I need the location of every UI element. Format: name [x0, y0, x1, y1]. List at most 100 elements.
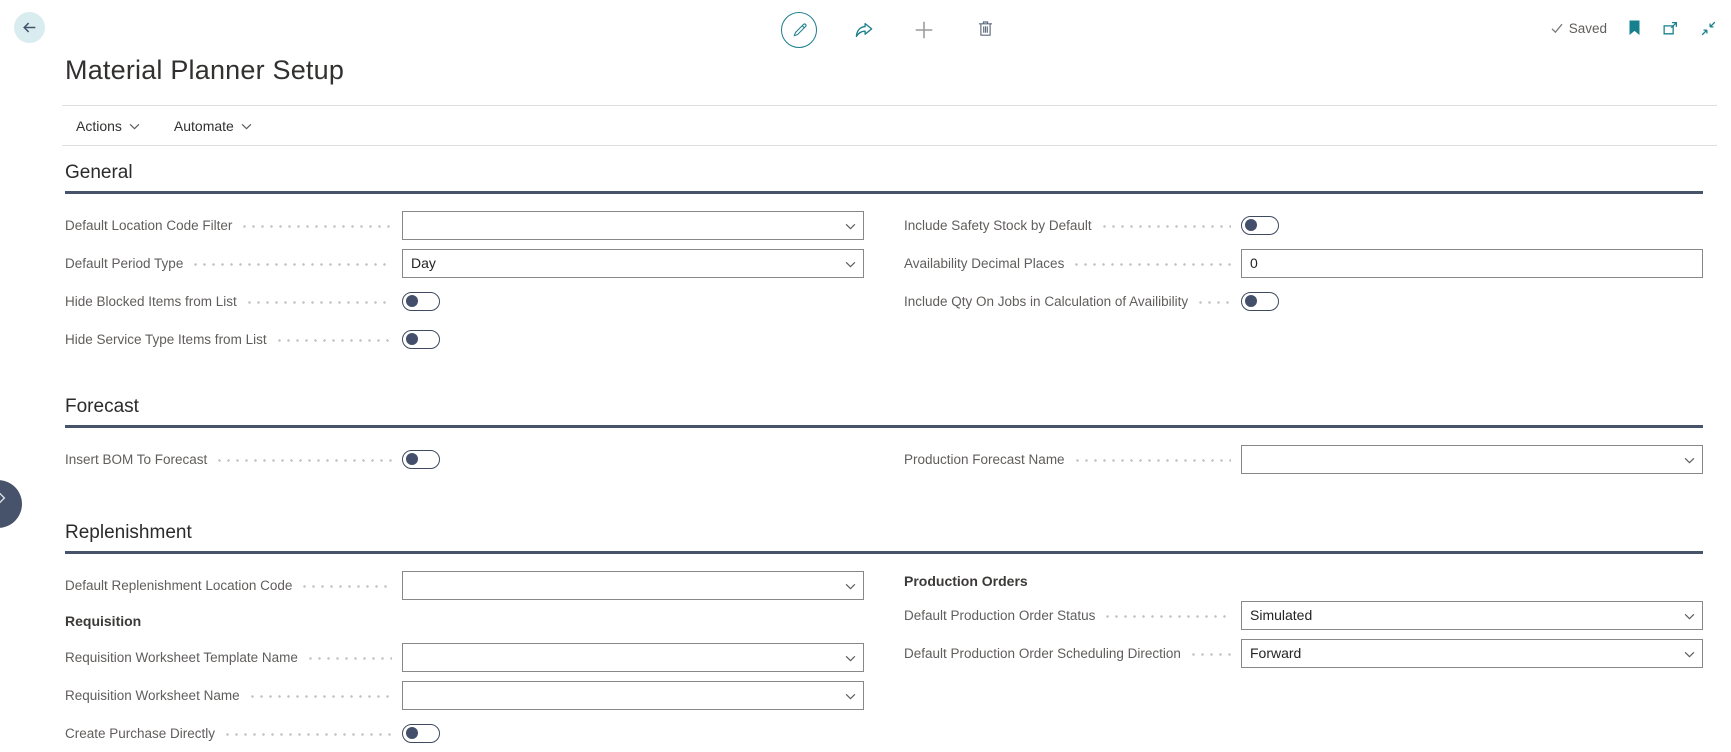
field-default-production-order-scheduling-direction: Default Production Order Scheduling Dire…	[904, 634, 1703, 672]
save-status: Saved	[1550, 21, 1607, 36]
collapse-arrows-icon	[1700, 20, 1717, 37]
toggle-knob	[1245, 295, 1257, 307]
delete-button[interactable]	[975, 18, 996, 39]
trash-icon	[975, 18, 996, 39]
field-label: Default Period Type	[65, 256, 183, 271]
field-hide-blocked-items: Hide Blocked Items from List	[65, 282, 864, 320]
dotted-leader	[1072, 263, 1231, 266]
toggle-knob	[406, 333, 418, 345]
top-action-bar: Saved	[0, 0, 1731, 50]
field-include-safety-stock: Include Safety Stock by Default	[904, 206, 1703, 244]
create-purchase-directly-toggle[interactable]	[402, 724, 440, 743]
combobox-value: Forward	[1250, 645, 1301, 661]
field-default-production-order-status: Default Production Order Status Simulate…	[904, 596, 1703, 634]
field-label: Insert BOM To Forecast	[65, 452, 207, 467]
insert-bom-to-forecast-toggle[interactable]	[402, 450, 440, 469]
default-period-type-combobox[interactable]: Day	[402, 249, 864, 278]
chevron-down-icon	[1684, 613, 1695, 620]
field-label: Default Location Code Filter	[65, 218, 232, 233]
section-general: General Default Location Code Filter Def…	[65, 162, 1703, 358]
page-title: Material Planner Setup	[65, 50, 1731, 90]
field-insert-bom-to-forecast: Insert BOM To Forecast	[65, 440, 864, 478]
section-heading-general: General	[65, 162, 1703, 194]
combobox-value: Day	[411, 255, 436, 271]
toggle-knob	[406, 295, 418, 307]
pencil-icon	[790, 21, 809, 40]
hide-service-type-items-toggle[interactable]	[402, 330, 440, 349]
default-location-code-filter-combobox[interactable]	[402, 211, 864, 240]
field-label: Requisition Worksheet Name	[65, 688, 240, 703]
dotted-leader	[300, 585, 392, 588]
share-button[interactable]	[853, 19, 875, 41]
default-replenishment-location-code-combobox[interactable]	[402, 571, 864, 600]
bookmark-icon	[1628, 20, 1641, 36]
save-status-label: Saved	[1569, 21, 1607, 36]
field-label: Include Qty On Jobs in Calculation of Av…	[904, 294, 1188, 309]
chevron-down-icon	[1684, 457, 1695, 464]
dotted-leader	[306, 657, 392, 660]
production-forecast-name-combobox[interactable]	[1241, 445, 1703, 474]
include-qty-on-jobs-toggle[interactable]	[1241, 292, 1279, 311]
field-label: Availability Decimal Places	[904, 256, 1064, 271]
field-default-location-code-filter: Default Location Code Filter	[65, 206, 864, 244]
checkmark-icon	[1550, 21, 1564, 35]
field-label: Production Forecast Name	[904, 452, 1065, 467]
field-label: Include Safety Stock by Default	[904, 218, 1092, 233]
bookmark-button[interactable]	[1628, 20, 1641, 36]
requisition-worksheet-name-combobox[interactable]	[402, 681, 864, 710]
collapse-page-button[interactable]	[1700, 20, 1717, 37]
chevron-icon	[0, 492, 6, 504]
field-label: Default Production Order Scheduling Dire…	[904, 646, 1181, 661]
subheading-requisition: Requisition	[65, 613, 141, 629]
chevron-down-icon	[241, 121, 252, 130]
field-availability-decimal-places: Availability Decimal Places 0	[904, 244, 1703, 282]
menu-automate[interactable]: Automate	[174, 118, 252, 134]
chevron-down-icon	[1684, 651, 1695, 658]
popout-icon	[1662, 20, 1679, 37]
back-button[interactable]	[14, 12, 45, 43]
hide-blocked-items-toggle[interactable]	[402, 292, 440, 311]
plus-icon	[913, 19, 935, 41]
field-label: Hide Blocked Items from List	[65, 294, 237, 309]
menu-actions[interactable]: Actions	[76, 118, 140, 134]
field-default-period-type: Default Period Type Day	[65, 244, 864, 282]
chevron-down-icon	[129, 121, 140, 130]
open-in-new-window-button[interactable]	[1662, 20, 1679, 37]
dotted-leader	[240, 225, 392, 228]
availability-decimal-places-input[interactable]: 0	[1241, 249, 1703, 278]
dotted-leader	[191, 263, 392, 266]
new-button[interactable]	[913, 19, 935, 41]
combobox-value: Simulated	[1250, 607, 1312, 623]
include-safety-stock-toggle[interactable]	[1241, 216, 1279, 235]
back-arrow-icon	[21, 19, 38, 36]
field-label: Hide Service Type Items from List	[65, 332, 267, 347]
field-default-replenishment-location-code: Default Replenishment Location Code	[65, 566, 864, 604]
edit-button[interactable]	[781, 12, 817, 48]
field-requisition-worksheet-template-name: Requisition Worksheet Template Name	[65, 638, 864, 676]
field-include-qty-on-jobs: Include Qty On Jobs in Calculation of Av…	[904, 282, 1703, 320]
chevron-down-icon	[845, 655, 856, 662]
dotted-leader	[215, 459, 392, 462]
field-label: Default Production Order Status	[904, 608, 1095, 623]
chevron-down-icon	[845, 223, 856, 230]
default-production-order-scheduling-direction-combobox[interactable]: Forward	[1241, 639, 1703, 668]
dotted-leader	[275, 339, 392, 342]
field-label: Requisition Worksheet Template Name	[65, 650, 298, 665]
requisition-worksheet-template-name-combobox[interactable]	[402, 643, 864, 672]
toggle-knob	[406, 453, 418, 465]
toggle-knob	[406, 727, 418, 739]
dotted-leader	[223, 733, 392, 736]
subheading-production-orders: Production Orders	[904, 573, 1028, 589]
input-value: 0	[1250, 255, 1258, 271]
field-hide-service-type-items: Hide Service Type Items from List	[65, 320, 864, 358]
side-panel-handle[interactable]	[0, 480, 22, 528]
dotted-leader	[245, 301, 392, 304]
section-heading-replenishment: Replenishment	[65, 522, 1703, 554]
default-production-order-status-combobox[interactable]: Simulated	[1241, 601, 1703, 630]
field-production-forecast-name: Production Forecast Name	[904, 440, 1703, 478]
section-forecast: Forecast Insert BOM To Forecast Producti…	[65, 396, 1703, 478]
chevron-down-icon	[845, 693, 856, 700]
section-replenishment: Replenishment Default Replenishment Loca…	[65, 522, 1703, 752]
dotted-leader	[1073, 459, 1231, 462]
chevron-down-icon	[845, 261, 856, 268]
